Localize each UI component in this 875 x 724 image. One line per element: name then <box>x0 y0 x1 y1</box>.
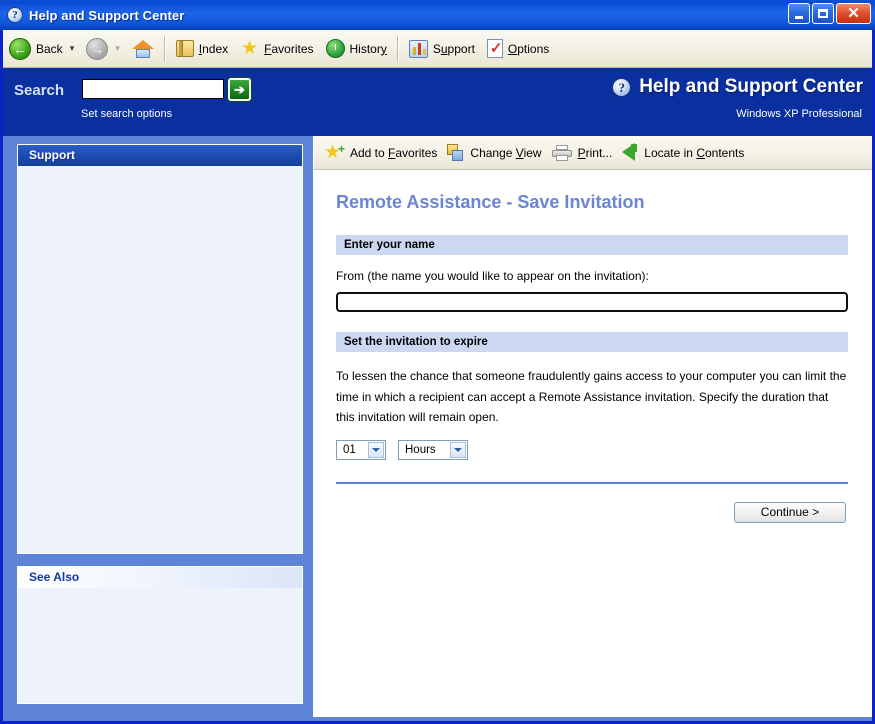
sidebar-panel-see-also-body[interactable] <box>18 588 302 703</box>
change-view-button[interactable]: Change View <box>445 137 549 169</box>
index-label: Index <box>198 41 229 56</box>
search-go-button[interactable]: ➔ <box>228 78 251 101</box>
print-button[interactable]: Print... <box>550 137 621 169</box>
maximize-button[interactable] <box>812 3 834 24</box>
help-question-icon: ? <box>612 77 632 97</box>
title-bar: ? Help and Support Center ✕ <box>0 0 875 30</box>
content-body: Remote Assistance - Save Invitation Ente… <box>314 170 872 523</box>
window-title: Help and Support Center <box>29 7 185 23</box>
change-view-icon <box>447 143 464 162</box>
page-title: Remote Assistance - Save Invitation <box>336 192 645 212</box>
locate-arrow-icon <box>622 143 638 162</box>
chevron-down-icon[interactable] <box>368 441 384 458</box>
set-search-options-link[interactable]: Set search options <box>81 108 172 120</box>
sidebar-panel-see-also: See Also <box>17 566 303 704</box>
close-icon: ✕ <box>847 4 860 22</box>
options-button[interactable]: Options <box>481 31 555 67</box>
change-view-label: Change View <box>470 145 542 160</box>
minimize-button[interactable] <box>788 3 810 24</box>
window-controls: ✕ <box>788 3 871 24</box>
window-bottom-strip <box>3 717 872 721</box>
options-label: Options <box>507 41 550 56</box>
sidebar-panel-support: Support <box>17 144 303 554</box>
forward-dropdown-icon: ▾ <box>115 43 120 53</box>
section-header-set-invitation-to-expire: Set the invitation to expire <box>336 332 848 352</box>
sidebar-panel-see-also-title: See Also <box>18 567 302 588</box>
help-and-support-window: ? Help and Support Center ✕ ← Back ▾ → ▾ <box>0 0 875 724</box>
search-input[interactable] <box>82 79 224 99</box>
support-button[interactable]: Support <box>403 31 481 67</box>
brand-subtitle: Windows XP Professional <box>736 108 862 120</box>
duration-value-select[interactable]: 01 <box>336 439 386 460</box>
chevron-down-icon[interactable] <box>450 441 466 458</box>
from-name-input[interactable] <box>335 291 849 313</box>
sidebar-panel-support-body[interactable] <box>18 166 302 553</box>
expiration-controls: 01 Hours <box>336 439 848 460</box>
continue-button[interactable]: Continue > <box>734 501 846 523</box>
expire-description: To lessen the chance that someone fraudu… <box>336 369 847 425</box>
content-toolbar: ★ + Add to Favorites Change View Print... <box>314 136 872 170</box>
duration-unit-select[interactable]: Hours <box>398 439 468 460</box>
search-label: Search <box>14 82 65 99</box>
book-icon <box>175 40 194 57</box>
duration-value-text: 01 <box>343 443 356 456</box>
forward-button[interactable]: → ▾ <box>80 31 126 67</box>
star-icon: ★ <box>241 37 259 59</box>
star-plus-icon: ★ + <box>324 141 345 163</box>
content-pane: ★ + Add to Favorites Change View Print... <box>313 136 872 717</box>
body-area: Support See Also ★ + Add to Favorites Ch… <box>3 136 872 717</box>
from-field-label: From (the name you would like to appear … <box>336 269 649 283</box>
brand-block: ? Help and Support Center <box>612 76 863 98</box>
back-dropdown-icon[interactable]: ▾ <box>70 43 75 54</box>
help-circle-icon: ? <box>7 7 23 23</box>
printer-icon <box>551 144 572 161</box>
toolbar-separator-1 <box>163 35 166 62</box>
title-bar-left: ? Help and Support Center <box>7 0 184 30</box>
close-button[interactable]: ✕ <box>836 3 871 24</box>
content-divider <box>336 481 848 484</box>
history-button[interactable]: History <box>320 31 393 67</box>
maximize-icon <box>818 9 828 18</box>
button-row: Continue > <box>336 501 848 523</box>
support-label: Support <box>432 41 475 56</box>
back-button[interactable]: ← Back ▾ <box>3 31 80 67</box>
brand-title: Help and Support Center <box>639 76 863 97</box>
forward-arrow-icon: → <box>86 37 109 60</box>
home-icon <box>131 39 154 59</box>
back-label: Back <box>36 41 63 56</box>
sidebar: Support See Also <box>3 136 313 717</box>
favorites-label: Favorites <box>264 41 314 56</box>
sidebar-panel-support-title: Support <box>18 145 302 166</box>
add-to-favorites-button[interactable]: ★ + Add to Favorites <box>322 137 445 169</box>
options-check-icon <box>486 39 503 58</box>
locate-in-contents-button[interactable]: Locate in Contents <box>620 137 752 169</box>
history-clock-icon <box>325 39 345 58</box>
print-label: Print... <box>577 145 613 160</box>
duration-unit-text: Hours <box>405 443 436 456</box>
locate-in-contents-label: Locate in Contents <box>644 145 745 160</box>
minimize-icon <box>795 15 803 19</box>
add-to-favorites-label: Add to Favorites <box>350 145 438 160</box>
support-icon <box>408 39 428 58</box>
toolbar-separator-2 <box>396 35 399 62</box>
index-button[interactable]: Index <box>170 31 234 67</box>
home-button[interactable] <box>126 31 160 67</box>
favorites-button[interactable]: ★ Favorites <box>234 31 319 67</box>
navigation-toolbar: ← Back ▾ → ▾ Index ★ Favorites History S… <box>3 30 872 68</box>
history-label: History <box>349 41 387 56</box>
back-arrow-icon: ← <box>9 37 31 60</box>
section-header-enter-your-name: Enter your name <box>336 235 848 255</box>
